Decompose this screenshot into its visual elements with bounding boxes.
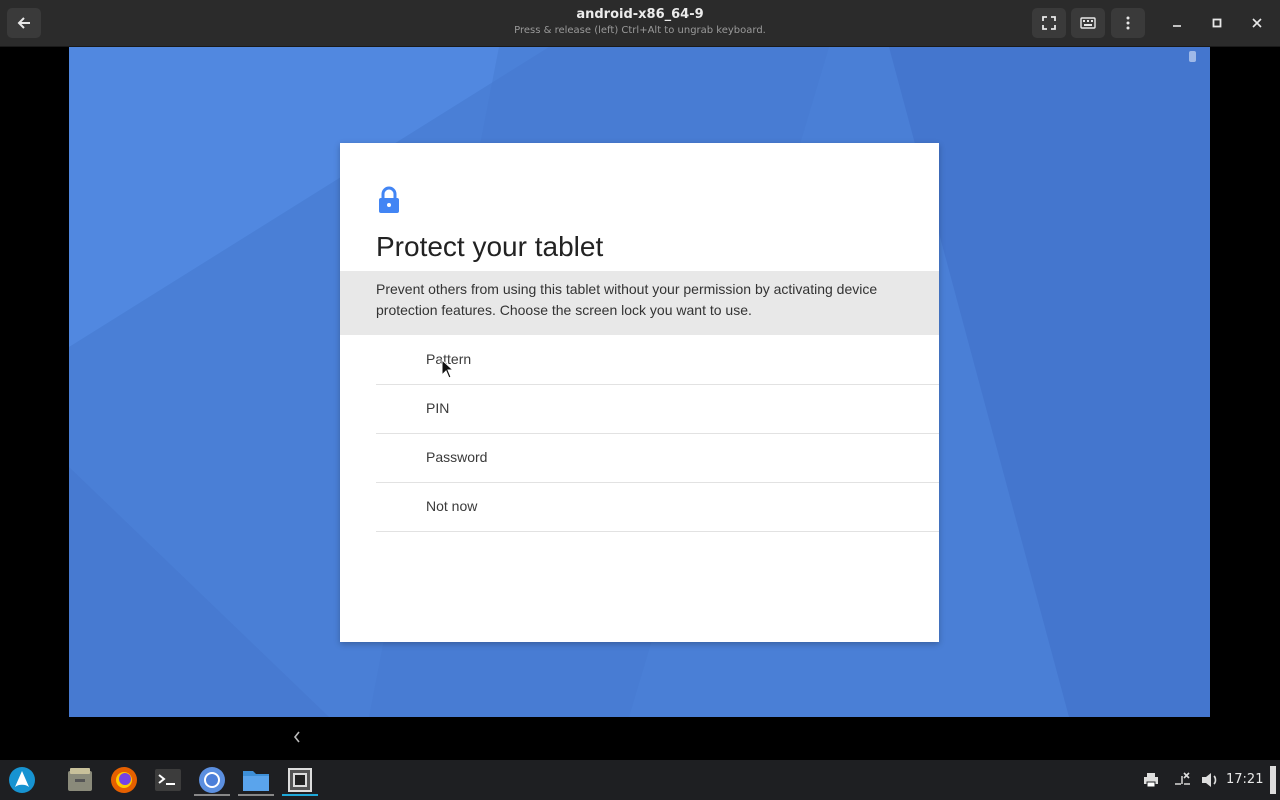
taskbar: 17:21	[0, 760, 1280, 800]
fullscreen-button[interactable]	[1032, 8, 1066, 38]
file-manager-icon[interactable]	[62, 764, 98, 796]
maximize-icon	[1212, 18, 1222, 28]
network-disconnected-icon[interactable]	[1172, 770, 1192, 790]
option-label: Password	[426, 449, 488, 465]
lock-icon	[379, 186, 399, 213]
nav-back-icon[interactable]	[291, 729, 303, 745]
clock[interactable]: 17:21	[1226, 772, 1263, 787]
printer-icon[interactable]	[1141, 770, 1161, 790]
maximize-button[interactable]	[1202, 8, 1232, 38]
close-button[interactable]	[1242, 8, 1272, 38]
android-screen: Protect your tablet Prevent others from …	[69, 47, 1210, 717]
window-titlebar: android-x86_64-9 Press & release (left) …	[0, 0, 1280, 47]
arch-linux-icon[interactable]	[4, 764, 40, 796]
keyboard-button[interactable]	[1071, 8, 1105, 38]
dialog-title: Protect your tablet	[376, 231, 604, 262]
option-password[interactable]: Password	[376, 434, 939, 483]
show-desktop-button[interactable]	[1270, 766, 1276, 794]
status-indicator	[1189, 51, 1196, 62]
setup-dialog: Protect your tablet Prevent others from …	[340, 143, 939, 642]
close-icon	[1252, 18, 1262, 28]
option-not-now[interactable]: Not now	[376, 483, 939, 532]
android-nav-bar	[69, 717, 1210, 759]
option-label: PIN	[426, 400, 450, 416]
more-vertical-icon	[1126, 16, 1130, 30]
minimize-button[interactable]	[1162, 8, 1192, 38]
virt-manager-icon[interactable]	[282, 764, 318, 796]
option-label: Not now	[426, 498, 478, 514]
fullscreen-icon	[1042, 16, 1056, 30]
option-pin[interactable]: PIN	[376, 385, 939, 434]
keyboard-icon	[1080, 17, 1096, 29]
chromium-icon[interactable]	[194, 764, 230, 796]
option-pattern[interactable]: Pattern	[376, 336, 939, 385]
menu-button[interactable]	[1111, 8, 1145, 38]
description-band: Prevent others from using this tablet wi…	[340, 271, 939, 335]
dialog-description: Prevent others from using this tablet wi…	[376, 281, 878, 318]
minimize-icon	[1173, 25, 1181, 27]
mouse-cursor-icon	[441, 359, 455, 379]
terminal-icon[interactable]	[150, 764, 186, 796]
files-icon[interactable]	[238, 764, 274, 796]
firefox-icon[interactable]	[106, 764, 142, 796]
screen-lock-options: Pattern PIN Password Not now	[376, 336, 939, 532]
volume-icon[interactable]	[1200, 770, 1220, 790]
